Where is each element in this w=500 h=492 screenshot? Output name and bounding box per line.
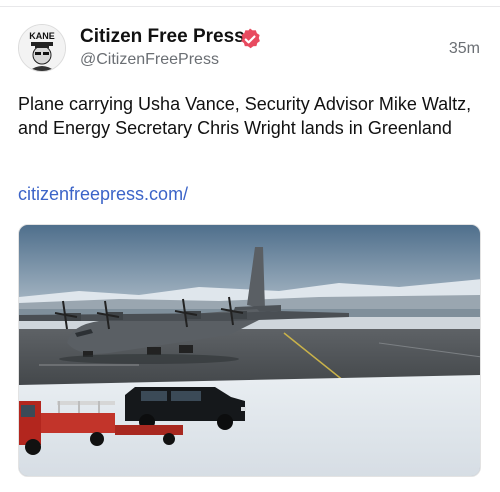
post-link[interactable]: citizenfreepress.com/ (18, 184, 188, 205)
verified-badge-icon (241, 28, 260, 49)
author-handle[interactable]: @CitizenFreePress (80, 51, 219, 69)
post-media-image[interactable] (18, 224, 481, 477)
post-text: Plane carrying Usha Vance, Security Advi… (18, 94, 472, 138)
author-name[interactable]: Citizen Free Press (80, 26, 245, 48)
avatar-text: KANE (29, 31, 55, 41)
top-divider (0, 6, 500, 7)
airport-plane-photo (19, 225, 480, 476)
post-timestamp[interactable]: 35m (449, 40, 480, 58)
kane-avatar-icon: KANE (19, 25, 65, 71)
author-avatar[interactable]: KANE (18, 24, 66, 72)
